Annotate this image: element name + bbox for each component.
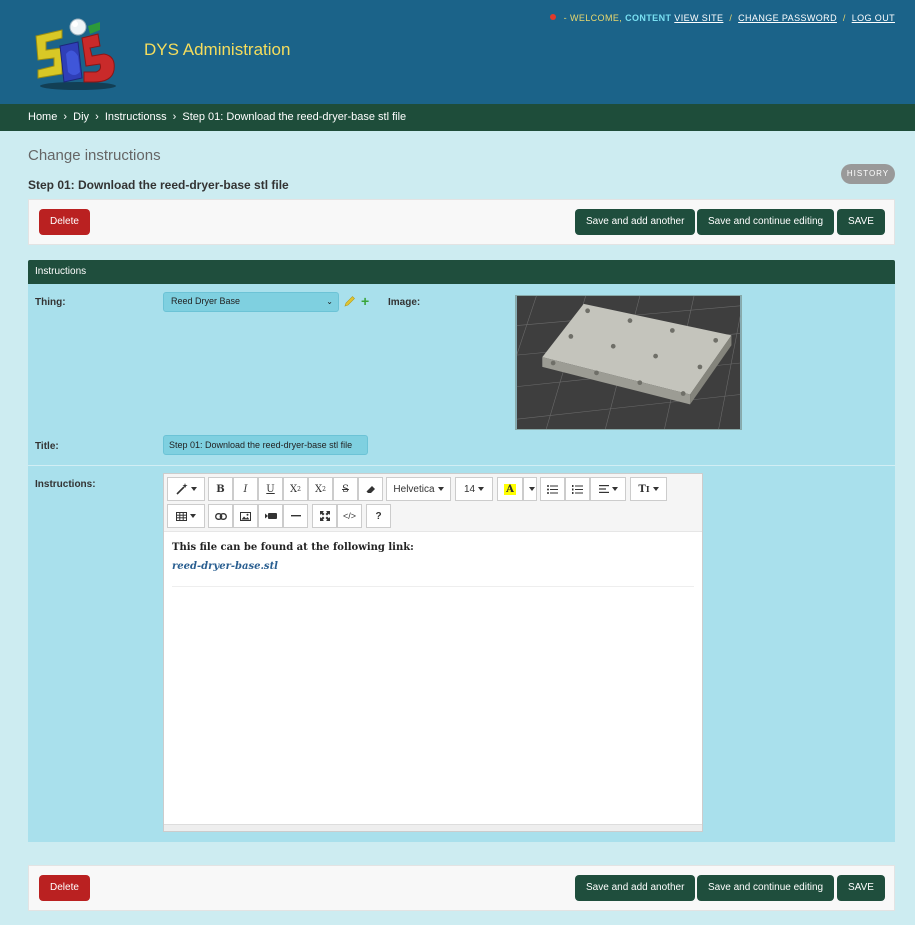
welcome-text: - WELCOME, <box>563 13 623 23</box>
delete-button[interactable]: Delete <box>39 209 90 235</box>
breadcrumb-separator: › <box>172 111 177 123</box>
font-name-value: Helvetica <box>393 483 435 495</box>
submit-row-top: Delete Save and add another Save and con… <box>28 199 895 245</box>
dys-logo[interactable] <box>34 16 122 92</box>
breadcrumb: Home › Diy › Instructionss › Step 01: Do… <box>0 104 915 131</box>
user-tools-separator: / <box>842 13 846 23</box>
breadcrumb-diy[interactable]: Diy <box>73 111 89 123</box>
code-view-icon[interactable]: </> <box>337 504 362 528</box>
row-divider <box>28 465 895 466</box>
save-and-continue-button[interactable]: Save and continue editing <box>697 875 835 901</box>
bold-icon[interactable]: B <box>208 477 233 501</box>
submit-row-bottom: Delete Save and add another Save and con… <box>28 865 895 911</box>
site-header: DYS Administration - WELCOME, CONTENT VI… <box>0 0 915 104</box>
strikethrough-icon[interactable]: S <box>333 477 358 501</box>
breadcrumb-separator: › <box>95 111 99 123</box>
save-button[interactable]: SAVE <box>837 209 885 235</box>
font-size-value: 14 <box>463 483 476 495</box>
user-tools-separator: / <box>729 13 733 23</box>
paragraph-align-icon[interactable] <box>590 477 626 501</box>
history-button[interactable]: HISTORY <box>841 164 895 184</box>
title-input[interactable]: Step 01: Download the reed-dryer-base st… <box>163 435 368 455</box>
superscript-icon[interactable]: X2 <box>283 477 308 501</box>
chevron-down-icon: ⌄ <box>326 297 333 306</box>
highlight-color-icon[interactable]: A <box>497 477 523 501</box>
picture-icon[interactable] <box>233 504 258 528</box>
editor-divider <box>172 586 694 587</box>
thing-select-value: Reed Dryer Base <box>171 296 241 306</box>
image-label: Image: <box>388 297 421 308</box>
table-icon[interactable] <box>167 504 205 528</box>
editor-content[interactable]: This file can be found at the following … <box>164 532 702 824</box>
add-icon[interactable]: + <box>361 294 369 308</box>
breadcrumb-current: Step 01: Download the reed-dryer-base st… <box>182 111 407 123</box>
breadcrumb-home[interactable]: Home <box>28 111 57 123</box>
underline-icon[interactable]: U <box>258 477 283 501</box>
help-icon[interactable]: ? <box>366 504 391 528</box>
thing-select[interactable]: Reed Dryer Base ⌄ <box>163 292 339 312</box>
thing-preview-image <box>515 295 742 430</box>
ordered-list-icon[interactable] <box>565 477 590 501</box>
font-size-dropdown[interactable]: 14 <box>455 477 493 501</box>
font-name-dropdown[interactable]: Helvetica <box>386 477 451 501</box>
site-name: DYS Administration <box>144 40 291 59</box>
pencil-icon[interactable] <box>344 295 356 307</box>
magic-icon[interactable] <box>167 477 205 501</box>
object-title: Step 01: Download the reed-dryer-base st… <box>28 178 289 192</box>
instructions-label: Instructions: <box>35 479 96 490</box>
breadcrumb-separator: › <box>63 111 68 123</box>
video-icon[interactable] <box>258 504 283 528</box>
change-password-link[interactable]: CHANGE PASSWORD <box>738 13 837 23</box>
link-icon[interactable] <box>208 504 233 528</box>
horizontal-rule-icon[interactable] <box>283 504 308 528</box>
editor-toolbar: B I U X2 X2 S Helvetica 14 A TI </> ? <box>164 474 702 532</box>
editor-paragraph: This file can be found at the following … <box>172 542 414 553</box>
log-out-link[interactable]: LOG OUT <box>852 13 895 23</box>
username: CONTENT <box>625 13 672 23</box>
page-title: Change instructions <box>28 147 161 164</box>
status-dot-icon <box>549 14 556 20</box>
editor-resize-bar[interactable] <box>164 824 702 831</box>
subscript-icon[interactable]: X2 <box>308 477 333 501</box>
user-tools: - WELCOME, CONTENT VIEW SITE / CHANGE PA… <box>549 13 895 23</box>
rich-text-editor[interactable]: B I U X2 X2 S Helvetica 14 A TI </> ? Th… <box>163 473 703 832</box>
text-height-icon[interactable]: TI <box>630 477 667 501</box>
color-caret-icon[interactable] <box>523 477 537 501</box>
save-and-add-another-button[interactable]: Save and add another <box>575 209 696 235</box>
view-site-link[interactable]: VIEW SITE <box>674 13 723 23</box>
title-label: Title: <box>35 441 59 452</box>
save-and-add-another-button[interactable]: Save and add another <box>575 875 696 901</box>
delete-button[interactable]: Delete <box>39 875 90 901</box>
breadcrumb-instructions[interactable]: Instructionss <box>105 111 167 123</box>
fieldset-header: Instructions <box>28 260 895 284</box>
italic-icon[interactable]: I <box>233 477 258 501</box>
save-and-continue-button[interactable]: Save and continue editing <box>697 209 835 235</box>
unordered-list-icon[interactable] <box>540 477 565 501</box>
save-button[interactable]: SAVE <box>837 875 885 901</box>
thing-label: Thing: <box>35 297 66 308</box>
stl-file-link[interactable]: reed-dryer-base.stl <box>172 561 694 572</box>
fullscreen-icon[interactable] <box>312 504 337 528</box>
eraser-icon[interactable] <box>358 477 383 501</box>
